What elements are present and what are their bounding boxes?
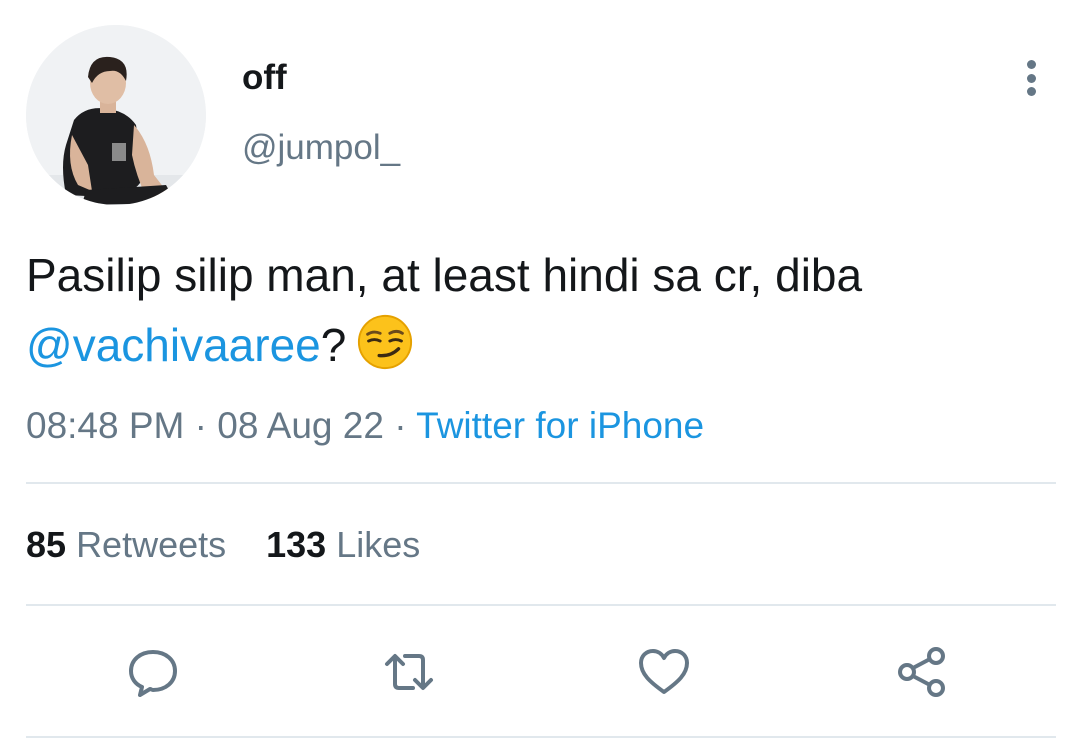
avatar[interactable] (26, 25, 206, 205)
likes-stat[interactable]: 133 Likes (266, 524, 420, 565)
divider (26, 482, 1056, 484)
retweet-icon (385, 654, 433, 690)
smirking-face-emoji-icon (356, 313, 414, 371)
likes-label: Likes (336, 524, 421, 565)
meta-separator: · (383, 405, 417, 446)
tweet-date: 08 Aug 22 (217, 405, 384, 446)
tweet-text-tail: ? (320, 319, 347, 371)
divider (26, 604, 1056, 606)
share-button[interactable] (892, 642, 952, 702)
reply-icon (129, 650, 177, 697)
user-handle[interactable]: @jumpol_ (242, 126, 400, 170)
avatar-image (26, 25, 206, 205)
meta-separator: · (184, 405, 218, 446)
tweet-text: Pasilip silip man, at least hindi sa cr,… (26, 240, 1056, 380)
tweet-source-link[interactable]: Twitter for iPhone (416, 405, 704, 446)
divider (26, 736, 1056, 738)
tweet-text-body: Pasilip silip man, at least hindi sa cr,… (26, 249, 863, 301)
retweets-stat[interactable]: 85 Retweets (26, 524, 226, 565)
share-icon (898, 647, 945, 697)
likes-count: 133 (266, 524, 327, 565)
more-options-icon[interactable] (1016, 58, 1046, 98)
tweet-stats: 85 Retweets 133 Likes (26, 522, 420, 568)
tweet-meta: 08:48 PM · 08 Aug 22 · Twitter for iPhon… (26, 403, 704, 449)
mention-link[interactable]: @vachivaaree (26, 319, 321, 371)
retweet-button[interactable] (379, 642, 439, 702)
reply-button[interactable] (123, 642, 183, 702)
retweets-label: Retweets (76, 524, 227, 565)
display-name[interactable]: off (242, 56, 287, 100)
like-icon (639, 649, 689, 694)
tweet-time: 08:48 PM (26, 405, 185, 446)
retweets-count: 85 (26, 524, 67, 565)
like-button[interactable] (634, 642, 694, 702)
